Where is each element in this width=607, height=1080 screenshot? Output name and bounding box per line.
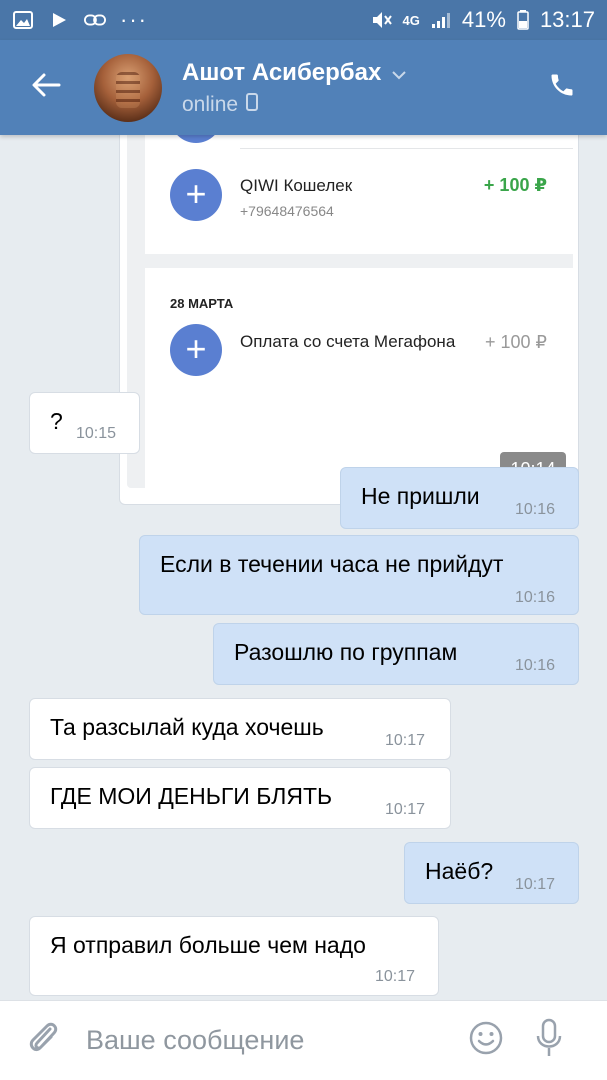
more-dots: ···: [120, 7, 148, 32]
message-text: Наёб?: [425, 858, 494, 884]
message-text: Я отправил больше чем надо: [50, 932, 366, 958]
paperclip-icon: [26, 1019, 60, 1062]
phone-icon: [548, 71, 576, 104]
message-time: 10:16: [515, 501, 556, 518]
contact-status-row: online: [182, 92, 407, 117]
outgoing-message[interactable]: Разошлю по группам 10:16: [213, 623, 579, 685]
incoming-message[interactable]: Я отправил больше чем надо 10:17: [29, 916, 439, 996]
chevron-down-icon: [391, 59, 407, 87]
microphone-icon: [535, 1018, 563, 1063]
message-time: 10:17: [385, 801, 426, 818]
incoming-message[interactable]: ГДЕ МОИ ДЕНЬГИ БЛЯТЬ 10:17: [29, 767, 451, 829]
message-time: 10:17: [375, 968, 416, 985]
message-time: 10:16: [515, 657, 556, 674]
shared-screenshot: + +79262696792 + QIWI Кошелек +796484765…: [127, 126, 573, 488]
status-bar: ··· 4G 41% 13:17: [0, 0, 607, 40]
outgoing-message[interactable]: Если в течении часа не прийдут 10:16: [139, 535, 579, 615]
smiley-icon: [468, 1020, 504, 1061]
message-text: ГДЕ МОИ ДЕНЬГИ БЛЯТЬ: [50, 783, 333, 809]
contact-name-row: Ашот Асибербах: [182, 59, 407, 87]
message-time: 10:17: [385, 732, 426, 749]
gallery-icon: [12, 11, 34, 29]
operation-amount: + 100 ₽: [485, 332, 547, 352]
attach-button[interactable]: [0, 1001, 86, 1080]
compose-bar: [0, 1000, 607, 1080]
network-type: 4G: [402, 12, 420, 28]
mute-icon: [371, 11, 393, 29]
emoji-button[interactable]: [458, 1001, 514, 1080]
plus-circle-icon: +: [170, 324, 222, 376]
operation-phone: +79648476564: [240, 203, 334, 219]
message-input[interactable]: [86, 1025, 446, 1056]
signal-icon: [430, 11, 452, 29]
outgoing-message[interactable]: Не пришли 10:16: [340, 467, 579, 529]
contact-name: Ашот Асибербах: [182, 58, 382, 86]
contact-info[interactable]: Ашот Асибербах online: [182, 59, 407, 117]
outgoing-message[interactable]: Наёб? 10:17: [404, 842, 579, 904]
operation-title: Оплата со счета Мегафона: [240, 332, 456, 351]
status-right: 4G 41% 13:17: [371, 7, 595, 33]
operation-title: QIWI Кошелек: [240, 176, 353, 195]
message-time: 10:15: [76, 425, 117, 442]
message-text: Не пришли: [361, 483, 480, 509]
contact-status: online: [182, 92, 239, 116]
message-list[interactable]: + +79262696792 + QIWI Кошелек +796484765…: [0, 125, 607, 1000]
mobile-device-icon: [246, 92, 259, 117]
operations-card: + +79262696792 + QIWI Кошелек +796484765…: [145, 126, 573, 254]
avatar[interactable]: [94, 53, 162, 122]
chat-header: Ашот Асибербах online: [0, 40, 607, 135]
voice-message-button[interactable]: [514, 1001, 584, 1080]
chat-screen: ··· 4G 41% 13:17 Ашот Асибербах online +…: [0, 0, 607, 1080]
date-header: 28 МАРТА: [170, 296, 234, 311]
incoming-message[interactable]: ? 10:15: [29, 392, 140, 454]
link-icon: [84, 11, 106, 29]
arrow-left-icon: [31, 72, 61, 103]
message-time: 10:17: [515, 876, 556, 893]
plus-circle-icon: +: [170, 169, 222, 221]
battery-percent: 41%: [461, 7, 506, 32]
message-text: Разошлю по группам: [234, 639, 458, 665]
divider: [240, 148, 573, 149]
status-left: ···: [12, 7, 148, 33]
image-message[interactable]: + +79262696792 + QIWI Кошелек +796484765…: [119, 125, 579, 505]
battery-icon: [516, 10, 530, 30]
play-icon: [48, 11, 70, 29]
message-text: Та разсылай куда хочешь: [50, 714, 324, 740]
clock: 13:17: [539, 7, 595, 32]
back-button[interactable]: [0, 40, 92, 135]
operation-amount: + 100 ₽: [483, 175, 547, 195]
message-text: ?: [50, 408, 63, 434]
incoming-message[interactable]: Та разсылай куда хочешь 10:17: [29, 698, 451, 760]
call-button[interactable]: [517, 40, 607, 135]
message-text: Если в течении часа не прийдут: [160, 551, 504, 577]
message-time: 10:16: [515, 589, 556, 606]
